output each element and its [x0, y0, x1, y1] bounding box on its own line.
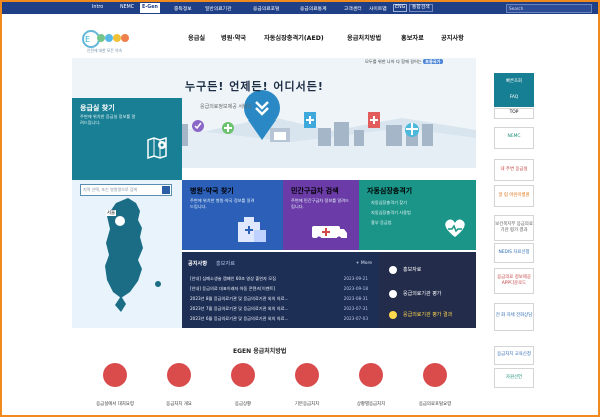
er-search-title: 응급실 찾기	[80, 104, 115, 112]
cpr-link[interactable]: 흉부 응급법	[371, 220, 392, 226]
method-label: 응급상황	[234, 402, 252, 407]
intro-link[interactable]: Intro	[92, 5, 103, 10]
method-label: 응급실에서 대처요령	[96, 402, 134, 407]
nav-hospital[interactable]: 병원·약국	[221, 33, 246, 42]
basic-first-aid-icon[interactable]	[295, 363, 319, 387]
phone-counsel-link[interactable]: 전 화 자체 전화상담	[494, 303, 534, 331]
egen-link[interactable]: E-Gen	[140, 3, 160, 13]
children-hospital-link[interactable]: 알 림 어린이병원	[494, 185, 534, 207]
notice-board: 공지사항 홍보자료 + More [안내] 심폐소생술 캠페인 60초 영상 출…	[182, 252, 379, 328]
map-pin-icon	[147, 136, 167, 160]
faq-button[interactable]: FAQ	[494, 90, 534, 107]
app-download-link[interactable]: 응급의료 정보제공 APP다운로드	[494, 268, 534, 294]
campaign-notice: 모두를 위한 나아 다 함께 걸어는 포용국가	[365, 59, 443, 64]
notice-tab[interactable]: 공지사항	[188, 261, 207, 267]
notice-row[interactable]: 2023년 7월 응급의료기관 및 응급의료기관 외의 의료... 2023-07…	[190, 306, 368, 316]
training-request-link[interactable]: 응급처치 교육신청	[494, 346, 534, 365]
nav-er[interactable]: 응급실	[188, 33, 205, 42]
emergency-portal-link[interactable]: 응급의료포털	[253, 5, 279, 12]
emergency-methods-title: EGEN 응급처치방법	[233, 348, 287, 355]
nav-first-aid[interactable]: 응급처치방법	[347, 33, 381, 42]
emergency-portal-icon[interactable]	[423, 363, 447, 387]
customer-center-link[interactable]: 고객센터	[344, 5, 362, 12]
top-search-input[interactable]: Search	[506, 4, 592, 13]
search-select[interactable]: 통합검색	[409, 4, 433, 12]
ambulance-card-desc: 주변에 민간구급차 정보를 알려드립니다.	[291, 198, 349, 209]
nemc-side-link[interactable]: NEMC	[494, 127, 534, 149]
english-button[interactable]: ENG	[393, 4, 408, 12]
nav-notice[interactable]: 공지사항	[441, 33, 464, 42]
promo-item-evaluation-result[interactable]: 응급의료기관 평가 결과	[389, 309, 471, 321]
method-label: 기본응급처치	[294, 402, 320, 407]
aed-card-title: 자동심장충격기	[367, 187, 413, 195]
nav-promotion[interactable]: 홍보자료	[401, 33, 424, 42]
browser-frame: Intro NEMC E-Gen 중독정보 일반의료기관 응급의료포털 응급의료…	[0, 0, 600, 417]
situational-first-aid-icon[interactable]	[359, 363, 383, 387]
hospital-card-title: 병원·약국 찾기	[190, 187, 234, 195]
hospital-pharmacy-card[interactable]: 병원·약국 찾기 주변에 위치한 병원·약국 정보를 알려드립니다.	[182, 180, 283, 250]
top-navigation-bar: Intro NEMC E-Gen 중독정보 일반의료기관 응급의료포털 응급의료…	[2, 2, 598, 14]
ambulance-card[interactable]: 민간구급차 검색 주변에 민간구급차 정보를 알려드립니다.	[283, 180, 359, 250]
emergency-stats-link[interactable]: 응급의료통계	[300, 5, 326, 12]
emergency-situation-icon[interactable]	[231, 363, 255, 387]
notice-row[interactable]: [안내] 심폐소생술 캠페인 60초 영상 출연자 모집 2023-09-21	[190, 276, 368, 286]
poison-info-link[interactable]: 중독정보	[174, 5, 192, 12]
korea-map-illustration	[72, 180, 182, 328]
hero-subtitle: 응급의료정보제공 서비스	[200, 104, 253, 110]
aed-card[interactable]: 자동심장충격기 자동심장충격기 찾기 자동심장충격기 사용법 흉부 응급법	[359, 180, 476, 250]
method-label: 응급처치 개요	[166, 402, 192, 407]
logo-subtitle: 안전에 대한 모든 약속	[87, 48, 123, 53]
notice-list: [안내] 심폐소생술 캠페인 60초 영상 출연자 모집 2023-09-21 […	[190, 276, 368, 326]
resource-declaration-link[interactable]: 자원선언	[494, 368, 534, 388]
nemc-link[interactable]: NEMC	[120, 5, 134, 10]
ambulance-icon	[312, 226, 347, 242]
svg-text:E: E	[85, 35, 90, 44]
er-search-desc: 주변에 위치한 응급실 정보를 알려드립니다.	[80, 114, 136, 125]
heart-icon	[445, 219, 465, 237]
more-link[interactable]: + More	[356, 261, 372, 266]
promotion-panel: 홍보자료 응급의료기관 평가 응급의료기관 평가 결과	[379, 252, 476, 328]
top-button[interactable]: TOP	[494, 108, 534, 119]
nearby-er-link[interactable]: 내 주변 응급실	[494, 159, 534, 181]
ambulance-card-title: 민간구급차 검색	[291, 187, 339, 195]
nedis-link[interactable]: NEDIS 자료신청	[494, 243, 534, 263]
first-aid-icon[interactable]	[167, 363, 191, 387]
map-search-input[interactable]: 지역 선택, 또는 병원명으로 검색	[80, 184, 172, 196]
mohw-evaluation-link[interactable]: 보건복지부 응급의료기관 평가 결과	[494, 215, 534, 241]
notice-row[interactable]: [안내] 응급의료 대표이래자 아동 콘텐츠[이벤트] 2023-09-18	[190, 286, 368, 296]
promo-item-evaluation[interactable]: 응급의료기관 평가	[389, 288, 471, 300]
award-icon	[389, 290, 397, 298]
hospital-card-desc: 주변에 위치한 병원·약국 정보를 알려드립니다.	[190, 198, 255, 209]
emergency-methods-list: 응급실에서 대처요령 응급처치 개요 응급상황 기본응급처치 상황별응급처치 응…	[89, 363, 464, 411]
sitemap-link[interactable]: 사이트맵	[369, 5, 387, 12]
method-label: 상황별응급처치	[356, 402, 386, 407]
badge-icon	[389, 311, 397, 319]
promo-tab[interactable]: 홍보자료	[216, 261, 235, 267]
aed-find-link[interactable]: 자동심장충격기 찾기	[371, 200, 407, 206]
hospital-building-icon	[238, 217, 266, 242]
notice-row[interactable]: 2023년 8월 응급의료기관 및 응급의료기관 외의 의료... 2023-08…	[190, 296, 368, 306]
aed-usage-link[interactable]: 자동심장충격기 사용법	[371, 210, 411, 216]
method-label: 응급의료포털요령	[418, 402, 452, 407]
map-seoul-label: 서울	[106, 210, 117, 216]
sos-icon[interactable]	[103, 363, 127, 387]
hero-title: 누구든! 언제든! 어디서든!	[185, 80, 324, 93]
korea-map-area	[72, 180, 182, 328]
nav-aed[interactable]: 자동심장충격기(AED)	[264, 33, 324, 42]
search-icon[interactable]	[162, 186, 170, 194]
quick-search-button[interactable]: 빠른조회	[494, 73, 534, 90]
notice-row[interactable]: 2023년 6월 응급의료기관 및 응급의료기관 외의 의료... 2023-07…	[190, 316, 368, 326]
camera-icon	[389, 266, 397, 274]
promo-item-materials[interactable]: 홍보자료	[389, 264, 471, 276]
general-hospital-link[interactable]: 일반의료기관	[205, 5, 231, 12]
